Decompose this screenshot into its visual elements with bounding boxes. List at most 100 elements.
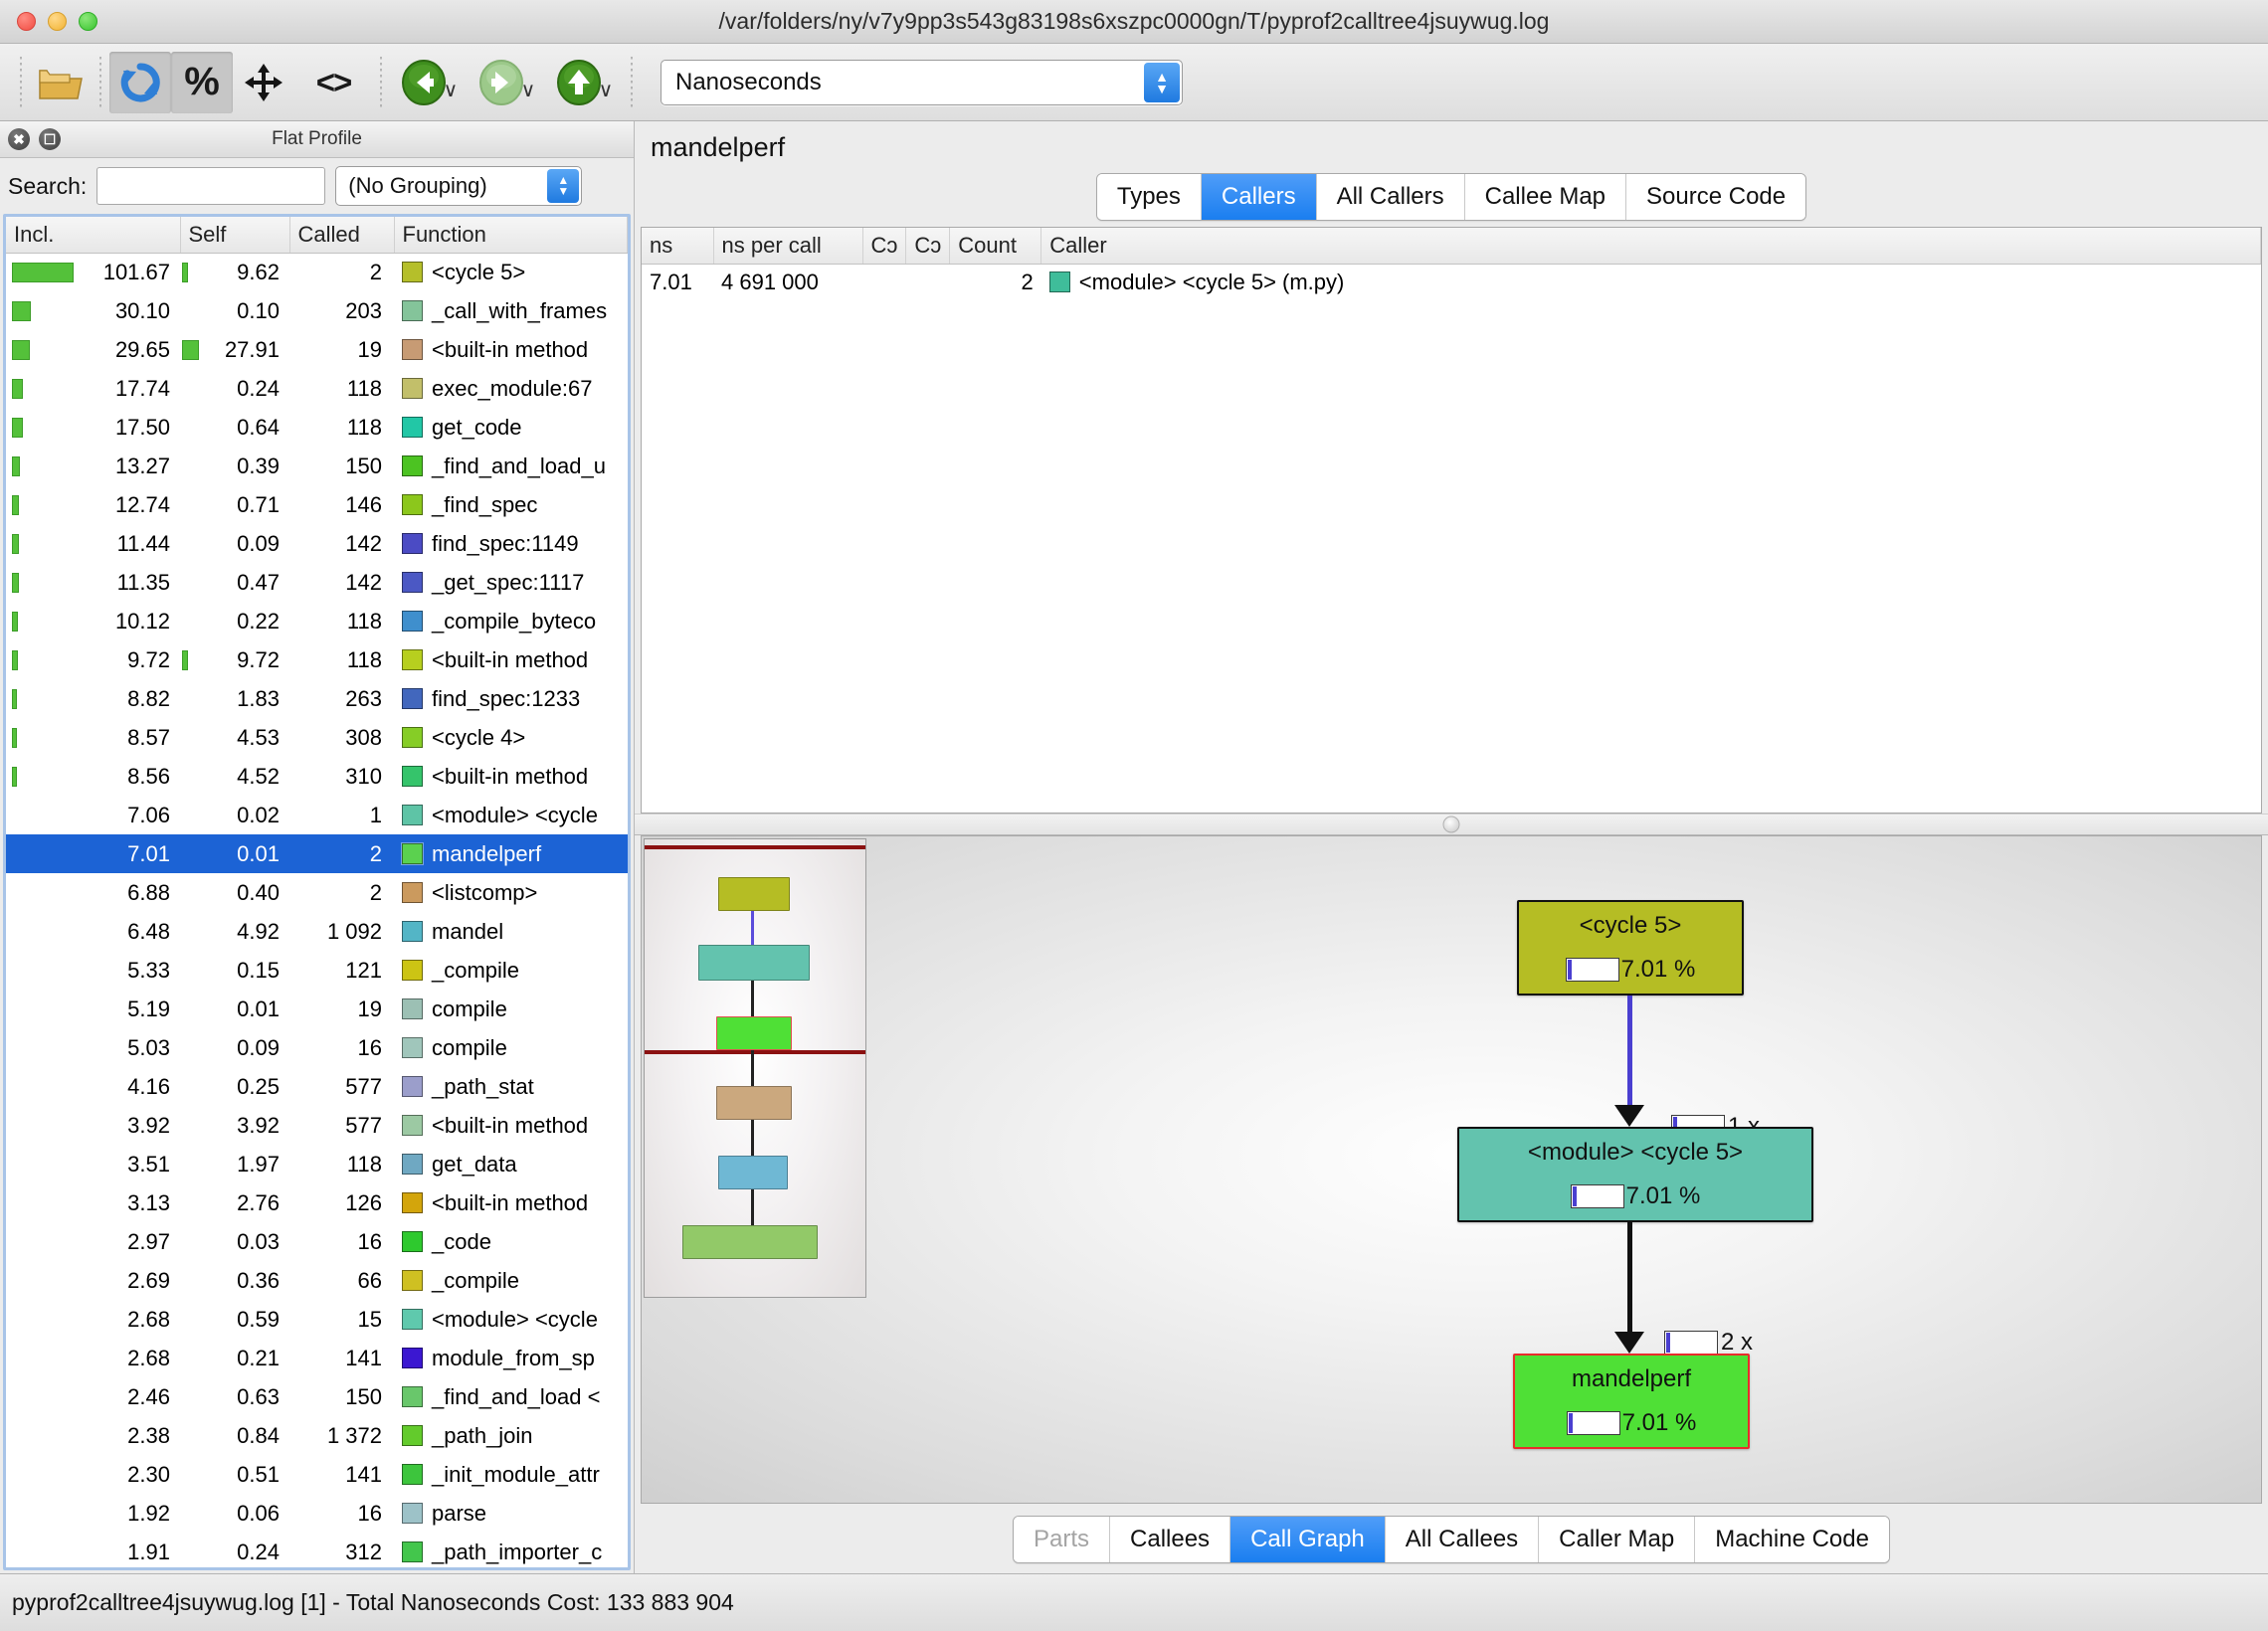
- column-header-cc1[interactable]: Cɔ: [862, 228, 907, 265]
- cell-self: 0.24: [237, 1539, 280, 1564]
- graph-node-module-cycle5[interactable]: <module> <cycle 5> 7.01 %: [1457, 1127, 1813, 1222]
- grouping-stepper-icon[interactable]: ▲ ▼: [547, 169, 580, 203]
- column-header-count[interactable]: Count: [949, 228, 1042, 265]
- maximize-window-button[interactable]: [79, 12, 97, 31]
- callers-pane[interactable]: ns ns per call Cɔ Cɔ Count Caller 7.01 4 …: [641, 227, 2262, 814]
- table-row[interactable]: 17.50 0.64 118 get_code: [6, 408, 628, 447]
- table-row[interactable]: 11.44 0.09 142 find_spec:1149: [6, 524, 628, 563]
- minimize-window-button[interactable]: [48, 12, 67, 31]
- tab-caller-map[interactable]: Caller Map: [1539, 1517, 1696, 1562]
- incl-cost-bar: [12, 339, 30, 360]
- up-dropdown-caret-icon[interactable]: ∨: [599, 78, 614, 102]
- table-row[interactable]: 101.67 9.62 2 <cycle 5>: [6, 253, 628, 291]
- tab-callee-map[interactable]: Callee Map: [1464, 174, 1627, 220]
- call-graph-pane[interactable]: <cycle 5> 7.01 % 1 x <module> <cycle 5> …: [641, 835, 2262, 1504]
- table-row[interactable]: 30.10 0.10 203 _call_with_frames: [6, 291, 628, 330]
- table-row[interactable]: 2.97 0.03 16 _code: [6, 1222, 628, 1261]
- flat-profile-header: ✖ ☐ Flat Profile: [0, 121, 634, 158]
- tab-all-callees[interactable]: All Callees: [1385, 1517, 1540, 1562]
- window-controls[interactable]: [0, 12, 97, 31]
- table-row[interactable]: 11.35 0.47 142 _get_spec:1117: [6, 563, 628, 602]
- tab-source-code[interactable]: Source Code: [1626, 174, 1806, 220]
- table-row[interactable]: 10.12 0.22 118 _compile_byteco: [6, 602, 628, 640]
- table-row[interactable]: 5.19 0.01 19 compile: [6, 990, 628, 1028]
- function-color-swatch-icon: [402, 1230, 423, 1252]
- tab-call-graph[interactable]: Call Graph: [1230, 1517, 1386, 1562]
- function-color-swatch-icon: [402, 997, 423, 1019]
- function-name: _init_module_attr: [432, 1461, 600, 1487]
- table-row[interactable]: 8.82 1.83 263 find_spec:1233: [6, 679, 628, 718]
- column-header-incl[interactable]: Incl.: [6, 217, 181, 254]
- event-type-select[interactable]: Nanoseconds ▲ ▼: [661, 59, 1183, 105]
- tab-callees[interactable]: Callees: [1110, 1517, 1231, 1562]
- column-header-ns-per-call[interactable]: ns per call: [713, 228, 863, 265]
- graph-node-cycle5[interactable]: <cycle 5> 7.01 %: [1517, 900, 1744, 996]
- panel-splitter[interactable]: [635, 814, 2268, 835]
- tab-machine-code[interactable]: Machine Code: [1695, 1517, 1889, 1562]
- table-row[interactable]: 6.48 4.92 1 092 mandel: [6, 912, 628, 951]
- open-file-button[interactable]: [30, 52, 92, 113]
- table-row[interactable]: 9.72 9.72 118 <built-in method: [6, 640, 628, 679]
- flat-profile-table-wrap[interactable]: Incl. Self Called Function 101.67 9.62 2 <c…: [3, 214, 631, 1570]
- column-header-self[interactable]: Self: [180, 217, 290, 254]
- table-row[interactable]: 2.68 0.59 15 <module> <cycle: [6, 1300, 628, 1339]
- table-row[interactable]: 8.57 4.53 308 <cycle 4>: [6, 718, 628, 757]
- table-row[interactable]: 8.56 4.52 310 <built-in method: [6, 757, 628, 796]
- splitter-grip-icon[interactable]: [1442, 816, 1460, 833]
- table-row[interactable]: 17.74 0.24 118 exec_module:67: [6, 369, 628, 408]
- table-row[interactable]: 3.13 2.76 126 <built-in method: [6, 1183, 628, 1222]
- graph-node-mandelperf[interactable]: mandelperf 7.01 %: [1513, 1354, 1750, 1449]
- table-row[interactable]: 2.68 0.21 141 module_from_sp: [6, 1339, 628, 1377]
- column-header-called[interactable]: Called: [289, 217, 395, 254]
- cell-called: 141: [345, 1345, 382, 1370]
- cell-incl: 10.12: [6, 602, 180, 640]
- table-row[interactable]: 1.91 0.24 312 _path_importer_c: [6, 1533, 628, 1567]
- graph-minimap[interactable]: [644, 838, 866, 1298]
- close-window-button[interactable]: [17, 12, 36, 31]
- graph-edge-1[interactable]: [1627, 996, 1632, 1113]
- tab-all-callers[interactable]: All Callers: [1316, 174, 1465, 220]
- navigate-up-button[interactable]: ∨: [545, 52, 623, 113]
- table-row[interactable]: 7.01 0.01 2 mandelperf: [6, 834, 628, 873]
- table-row[interactable]: 4.16 0.25 577 _path_stat: [6, 1067, 628, 1106]
- table-row[interactable]: 2.30 0.51 141 _init_module_attr: [6, 1455, 628, 1494]
- column-header-ns[interactable]: ns: [642, 228, 714, 265]
- function-color-swatch-icon: [402, 920, 423, 942]
- function-name: <built-in method: [432, 763, 589, 789]
- graph-node-metric: 7.01 %: [1566, 1409, 1696, 1437]
- relative-cost-button[interactable]: [233, 52, 294, 113]
- table-row[interactable]: 2.38 0.84 1 372 _path_join: [6, 1416, 628, 1455]
- table-row[interactable]: 2.46 0.63 150 _find_and_load <: [6, 1377, 628, 1416]
- forward-dropdown-caret-icon[interactable]: ∨: [521, 78, 536, 102]
- graph-edge-2[interactable]: [1627, 1222, 1632, 1342]
- column-header-cc2[interactable]: Cɔ: [905, 228, 951, 265]
- cell-incl: 11.35: [6, 563, 180, 602]
- table-row[interactable]: 29.65 27.91 19 <built-in method: [6, 330, 628, 369]
- table-row[interactable]: 5.33 0.15 121 _compile: [6, 951, 628, 990]
- table-row[interactable]: 6.88 0.40 2 <listcomp>: [6, 873, 628, 912]
- table-row[interactable]: 3.92 3.92 577 <built-in method: [6, 1106, 628, 1145]
- event-type-stepper-icon[interactable]: ▲ ▼: [1144, 62, 1180, 102]
- tab-callers[interactable]: Callers: [1201, 174, 1317, 220]
- detail-top-tabs[interactable]: Types Callers All Callers Callee Map Source …: [1095, 173, 1807, 221]
- search-input[interactable]: [96, 167, 326, 205]
- table-row[interactable]: 13.27 0.39 150 _find_and_load_u: [6, 447, 628, 485]
- percentage-toggle-button[interactable]: %: [171, 51, 233, 113]
- table-row[interactable]: 7.06 0.02 1 <module> <cycle: [6, 796, 628, 834]
- tab-types[interactable]: Types: [1096, 174, 1202, 220]
- table-row[interactable]: 1.92 0.06 16 parse: [6, 1494, 628, 1533]
- cycle-detection-button[interactable]: <>: [294, 52, 372, 113]
- column-header-function[interactable]: Function: [394, 217, 628, 254]
- refresh-button[interactable]: [109, 51, 171, 113]
- table-row[interactable]: 12.74 0.71 146 _find_spec: [6, 485, 628, 524]
- navigate-back-button[interactable]: ∨: [390, 52, 468, 113]
- back-dropdown-caret-icon[interactable]: ∨: [444, 78, 459, 102]
- table-row[interactable]: 7.01 4 691 000 2 <module> <cycle 5> (m.py): [642, 264, 2261, 301]
- table-row[interactable]: 5.03 0.09 16 compile: [6, 1028, 628, 1067]
- grouping-select[interactable]: (No Grouping) ▲ ▼: [335, 166, 583, 206]
- table-row[interactable]: 3.51 1.97 118 get_data: [6, 1145, 628, 1183]
- detail-bottom-tabs[interactable]: Parts Callees Call Graph All Callees Caller …: [1013, 1516, 1890, 1563]
- navigate-forward-button[interactable]: ∨: [468, 52, 545, 113]
- table-row[interactable]: 2.69 0.36 66 _compile: [6, 1261, 628, 1300]
- column-header-caller[interactable]: Caller: [1040, 228, 2261, 265]
